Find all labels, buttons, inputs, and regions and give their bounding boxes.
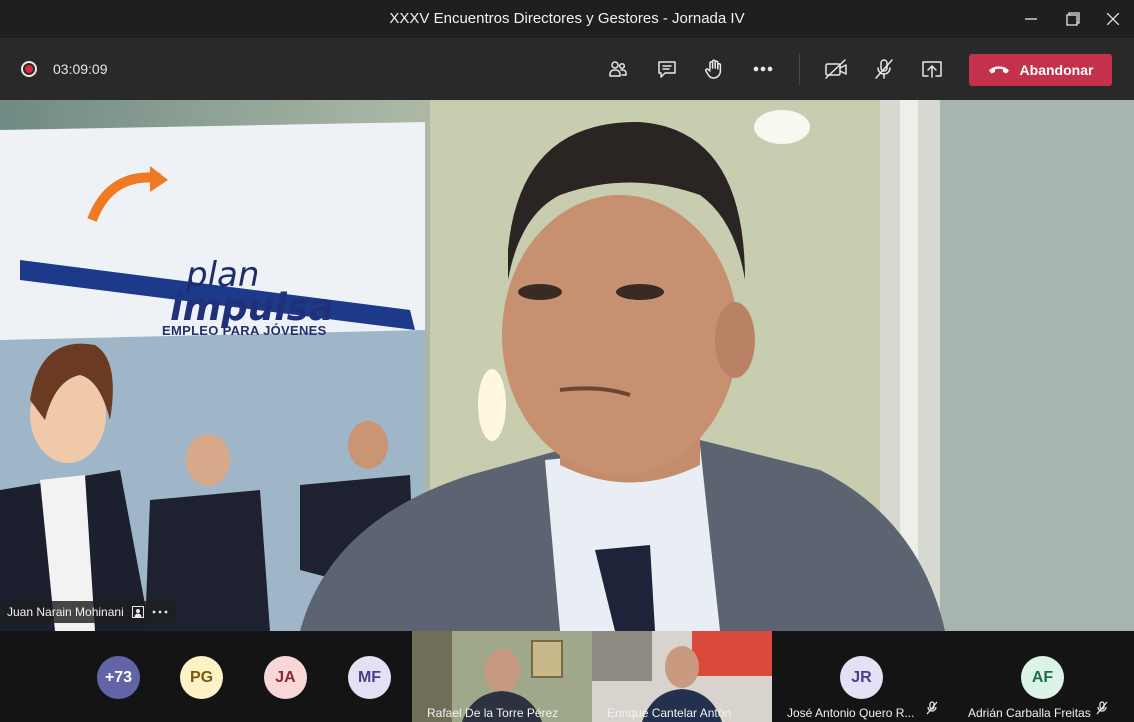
camera-toggle-button[interactable] — [818, 51, 854, 87]
more-actions-button[interactable] — [745, 51, 781, 87]
more-options-icon[interactable] — [152, 609, 168, 615]
share-screen-button[interactable] — [914, 51, 950, 87]
banner-line3: EMPLEO PARA JÓVENES — [162, 323, 327, 338]
restore-icon — [1066, 12, 1080, 26]
participant-tile[interactable]: JR José Antonio Quero R... — [772, 631, 952, 722]
participant-avatar: JR — [840, 656, 883, 699]
participant-name: Enrique Cantelar Antón — [607, 706, 732, 720]
share-screen-icon — [922, 61, 942, 78]
speaker-name-badge: Juan Narain Mohinani — [2, 601, 176, 623]
participant-avatar[interactable]: JA — [264, 656, 307, 699]
chat-icon — [658, 61, 676, 78]
speaker-video-image — [0, 100, 1134, 631]
participant-tile[interactable]: AF Adrián Carballa Freitas — [952, 631, 1134, 722]
more-participants-badge[interactable]: +73 — [97, 656, 140, 699]
minimize-button[interactable] — [1008, 0, 1054, 38]
muted-indicator — [1095, 701, 1109, 720]
muted-indicator — [925, 701, 939, 720]
close-icon — [1107, 13, 1119, 25]
participant-avatars-group: +73 PG JA MF — [0, 631, 412, 722]
leave-meeting-button[interactable]: Abandonar — [969, 54, 1112, 86]
raise-hand-icon — [705, 59, 722, 79]
participant-avatar[interactable]: PG — [180, 656, 223, 699]
speaker-name: Juan Narain Mohinani — [7, 605, 124, 619]
participant-avatar: AF — [1021, 656, 1064, 699]
participants-icon — [609, 61, 627, 77]
presenter-icon — [131, 606, 144, 618]
camera-off-icon — [825, 59, 847, 79]
mic-muted-icon — [1096, 701, 1108, 715]
participant-strip: +73 PG JA MF Rafael De la Torre Pérez En… — [0, 631, 1134, 722]
minimize-icon — [1025, 18, 1037, 20]
participant-video-tile[interactable]: Enrique Cantelar Antón — [592, 631, 772, 722]
window-title: XXXV Encuentros Directores y Gestores - … — [389, 10, 745, 27]
mic-off-icon — [875, 59, 893, 79]
participants-button[interactable] — [600, 51, 636, 87]
window-titlebar: XXXV Encuentros Directores y Gestores - … — [0, 0, 1134, 39]
meeting-toolbar: 03:09:09 Abandonar — [0, 39, 1134, 100]
meeting-timer: 03:09:09 — [53, 61, 108, 77]
participant-name: José Antonio Quero R... — [787, 706, 915, 720]
close-button[interactable] — [1090, 0, 1134, 38]
raise-hand-button[interactable] — [696, 51, 732, 87]
participant-avatar[interactable]: MF — [348, 656, 391, 699]
more-icon — [753, 66, 773, 72]
hangup-icon — [988, 66, 1009, 74]
participant-name: Rafael De la Torre Pérez — [427, 706, 559, 720]
mic-muted-icon — [926, 701, 938, 715]
participant-name: Adrián Carballa Freitas — [968, 706, 1091, 720]
toolbar-divider — [799, 53, 800, 85]
recording-icon — [21, 61, 37, 77]
participant-video-tile[interactable]: Rafael De la Torre Pérez — [412, 631, 592, 722]
leave-label: Abandonar — [1019, 62, 1094, 78]
main-video: plan impulsa EMPLEO PARA JÓVENES Juan Na… — [0, 100, 1134, 631]
chat-button[interactable] — [649, 51, 685, 87]
mic-toggle-button[interactable] — [866, 51, 902, 87]
